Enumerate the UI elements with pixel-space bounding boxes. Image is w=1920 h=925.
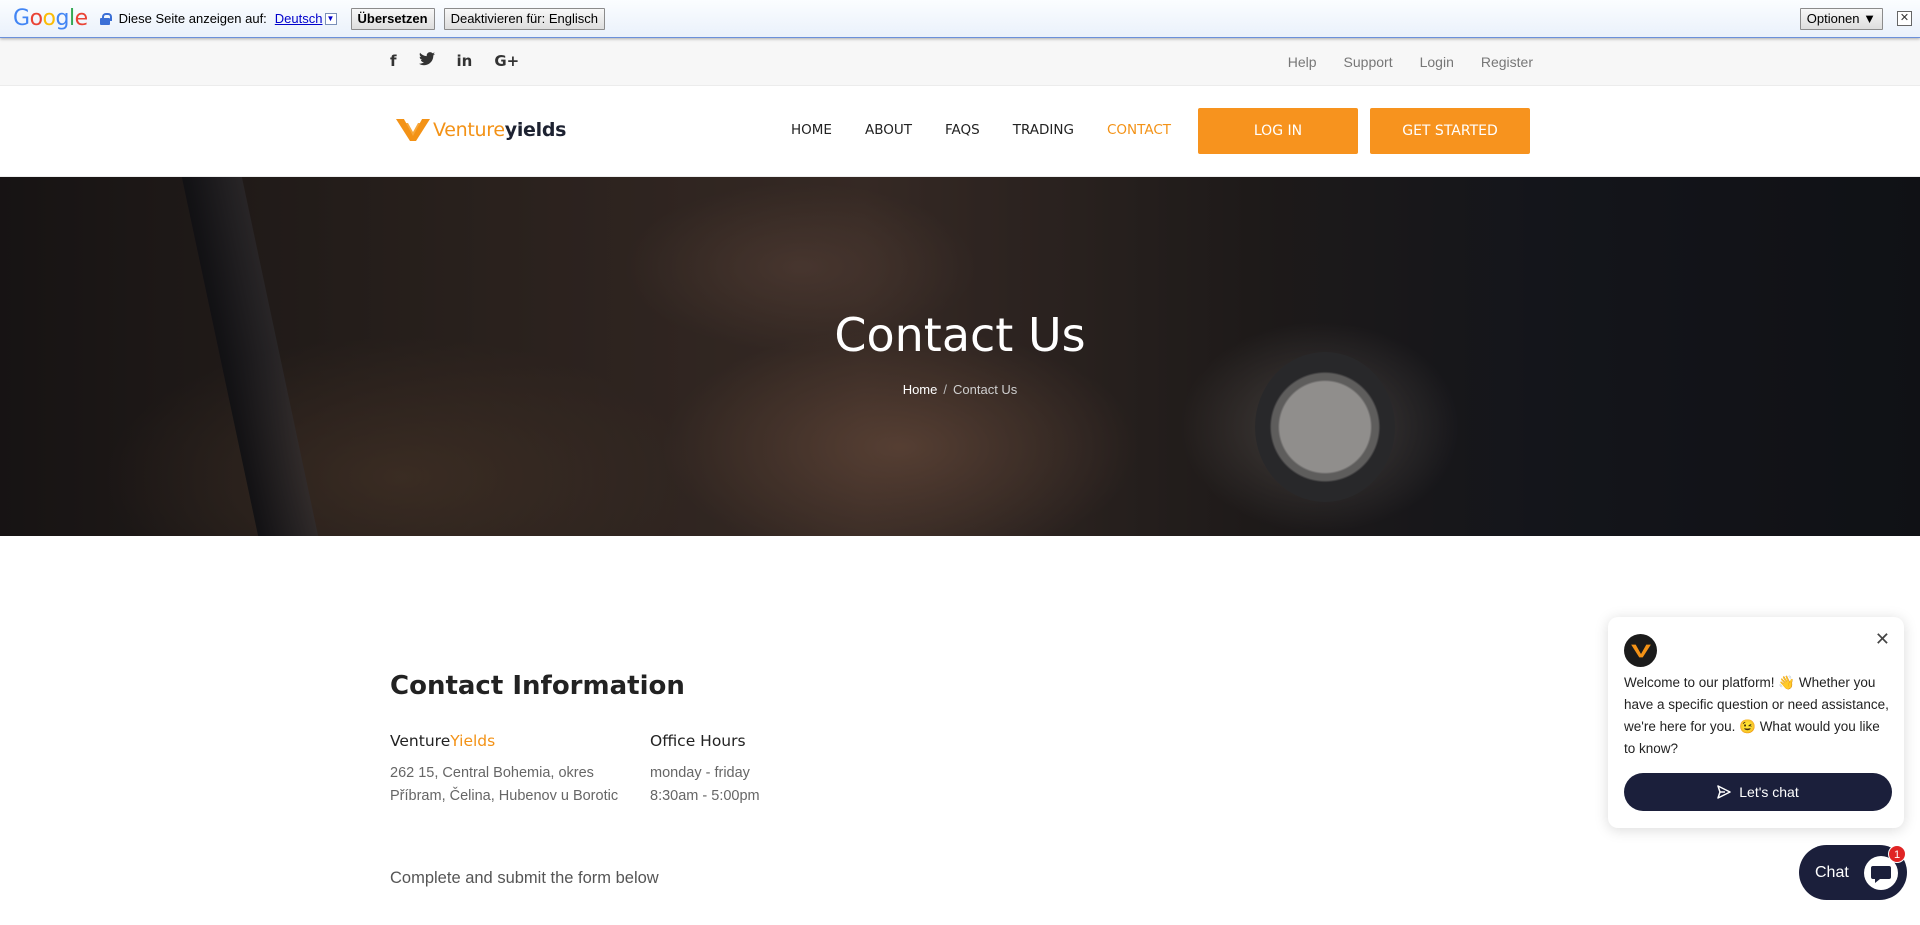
lets-chat-button[interactable]: Let's chat xyxy=(1624,773,1892,811)
google-logo: Google xyxy=(13,6,88,31)
chat-avatar xyxy=(1624,634,1657,667)
language-select[interactable]: Deutsch xyxy=(275,11,323,26)
login-link[interactable]: Login xyxy=(1420,54,1454,70)
form-instructions: Complete and submit the form below xyxy=(390,869,659,887)
lets-chat-label: Let's chat xyxy=(1739,784,1799,800)
office-hours-block: Office Hours monday - friday 8:30am - 5:… xyxy=(650,732,760,808)
logo-mark-icon xyxy=(396,119,430,141)
top-bar: f in G+ Help Support Login Register xyxy=(0,38,1920,86)
send-icon xyxy=(1717,785,1731,799)
office-hours-title: Office Hours xyxy=(650,732,746,750)
breadcrumb-home[interactable]: Home xyxy=(903,382,938,397)
facebook-icon[interactable]: f xyxy=(390,52,397,70)
page-title: Contact Us xyxy=(834,308,1086,362)
nav-home[interactable]: HOME xyxy=(791,122,832,138)
social-links: f in G+ xyxy=(390,52,519,70)
company-address-block: VentureYields 262 15, Central Bohemia, o… xyxy=(390,732,618,808)
translate-button[interactable]: Übersetzen xyxy=(350,7,435,30)
nav-about[interactable]: ABOUT xyxy=(865,122,912,138)
unread-badge: 1 xyxy=(1888,845,1906,863)
breadcrumb-separator: / xyxy=(943,382,947,397)
company-name: VentureYields xyxy=(390,732,496,750)
logo-mark-icon xyxy=(1630,644,1651,657)
address-line-2: Příbram, Čelina, Hubenov u Borotic xyxy=(390,788,619,804)
help-link[interactable]: Help xyxy=(1288,54,1317,70)
lock-icon xyxy=(99,12,112,25)
breadcrumb-current: Contact Us xyxy=(953,382,1018,397)
top-links: Help Support Login Register xyxy=(1288,54,1533,70)
hero-banner: Contact Us Home / Contact Us xyxy=(0,177,1920,536)
office-hours-time: 8:30am - 5:00pm xyxy=(650,788,760,804)
nav-trading[interactable]: TRADING xyxy=(1013,122,1074,138)
disable-translate-button[interactable]: Deaktivieren für: Englisch xyxy=(443,7,605,30)
twitter-icon[interactable] xyxy=(418,52,435,70)
brand-name: Ventureyields xyxy=(433,119,567,141)
language-dropdown-icon[interactable]: ▼ xyxy=(324,12,337,25)
chat-welcome-message: Welcome to our platform! 👋 Whether you h… xyxy=(1624,675,1889,756)
contact-info-title: Contact Information xyxy=(390,671,685,701)
brand-logo[interactable]: Ventureyields xyxy=(394,117,566,143)
office-hours-days: monday - friday xyxy=(650,765,750,781)
translate-bar: Google Diese Seite anzeigen auf: Deutsch… xyxy=(0,0,1920,38)
nav-menu: HOME ABOUT FAQS TRADING CONTACT xyxy=(791,122,1171,138)
translate-prompt: Diese Seite anzeigen auf: xyxy=(118,11,267,26)
chat-popup: ✕ Welcome to our platform! 👋 Whether you… xyxy=(1608,617,1904,828)
register-link[interactable]: Register xyxy=(1481,54,1533,70)
close-chat-icon[interactable]: ✕ xyxy=(1875,629,1890,650)
main-navbar: Ventureyields HOME ABOUT FAQS TRADING CO… xyxy=(0,86,1920,177)
get-started-button[interactable]: GET STARTED xyxy=(1370,108,1530,154)
options-button[interactable]: Optionen ▼ xyxy=(1799,7,1883,30)
google-plus-icon[interactable]: G+ xyxy=(494,52,519,70)
login-button[interactable]: LOG IN xyxy=(1198,108,1358,154)
linkedin-icon[interactable]: in xyxy=(457,52,473,70)
nav-contact[interactable]: CONTACT xyxy=(1107,122,1171,138)
chat-launcher-label: Chat xyxy=(1815,863,1849,881)
nav-faqs[interactable]: FAQS xyxy=(945,122,980,138)
support-link[interactable]: Support xyxy=(1344,54,1393,70)
close-icon[interactable]: ✕ xyxy=(1897,11,1912,26)
breadcrumb: Home / Contact Us xyxy=(0,382,1920,397)
address-line-1: 262 15, Central Bohemia, okres xyxy=(390,765,594,781)
